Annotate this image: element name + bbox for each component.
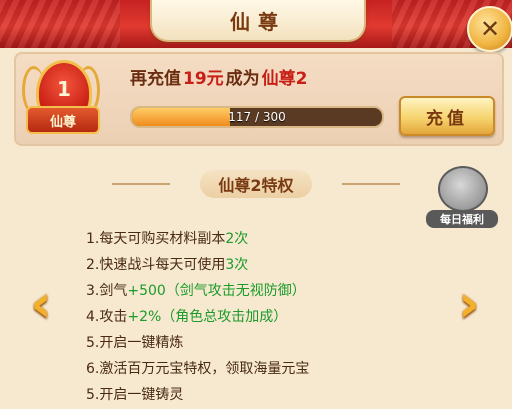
recharge-amount: 19元 (183, 68, 224, 89)
vip-level-number: 1 (57, 77, 71, 101)
chevron-right-icon: › (458, 274, 480, 334)
recharge-prefix: 再充值 (130, 68, 181, 89)
recharge-middle: 成为 (225, 68, 260, 89)
vip-badge: 1 仙尊 (22, 56, 100, 138)
privilege-item: 6.激活百万元宝特权，领取海量元宝 (86, 361, 310, 377)
close-button[interactable]: ✕ (467, 6, 512, 52)
divider-right (342, 183, 400, 185)
privilege-item: 4.攻击+2%（角色总攻击加成） (86, 309, 288, 325)
recharge-button[interactable]: 充值 (399, 96, 495, 136)
privileges-title: 仙尊2特权 (200, 170, 312, 198)
privilege-item: 3.剑气+500（剑气攻击无视防御） (86, 283, 306, 299)
recharge-progress-bar: 117 / 300 (130, 106, 384, 128)
privilege-item: 5.开启一键精炼 (86, 335, 184, 351)
vip-privilege-window: 仙尊 ✕ 1 仙尊 再充值 19元 成为 仙尊2 117 / 300 充值 仙尊… (0, 0, 512, 409)
privilege-item: 2.快速战斗每天可使用3次 (86, 257, 249, 273)
prev-page-arrow[interactable]: ‹ (22, 274, 60, 334)
daily-benefit-label: 每日福利 (426, 210, 498, 228)
recharge-target-rank: 仙尊2 (261, 68, 308, 89)
treasure-icon (438, 166, 488, 212)
window-title: 仙尊 (230, 9, 286, 34)
daily-benefit-button[interactable]: 每日福利 (426, 166, 498, 230)
chevron-left-icon: ‹ (30, 274, 52, 334)
recharge-button-label: 充值 (426, 108, 468, 129)
recharge-message: 再充值 19元 成为 仙尊2 (130, 64, 390, 89)
ribbon-fold-left (0, 0, 120, 48)
privilege-item: 5.开启一键铸灵 (86, 387, 184, 403)
progress-text: 117 / 300 (228, 110, 286, 124)
privilege-item: 1.每天可购买材料副本2次 (86, 231, 249, 247)
divider-left (112, 183, 170, 185)
privileges-header: 仙尊2特权 (112, 170, 400, 198)
close-icon: ✕ (479, 15, 501, 43)
title-plaque: 仙尊 (150, 0, 366, 42)
privilege-list: 1.每天可购买材料副本2次 2.快速战斗每天可使用3次 3.剑气+500（剑气攻… (86, 226, 426, 409)
vip-rank-ribbon: 仙尊 (26, 106, 100, 134)
next-page-arrow[interactable]: › (450, 274, 488, 334)
vip-rank-label: 仙尊 (49, 114, 76, 130)
